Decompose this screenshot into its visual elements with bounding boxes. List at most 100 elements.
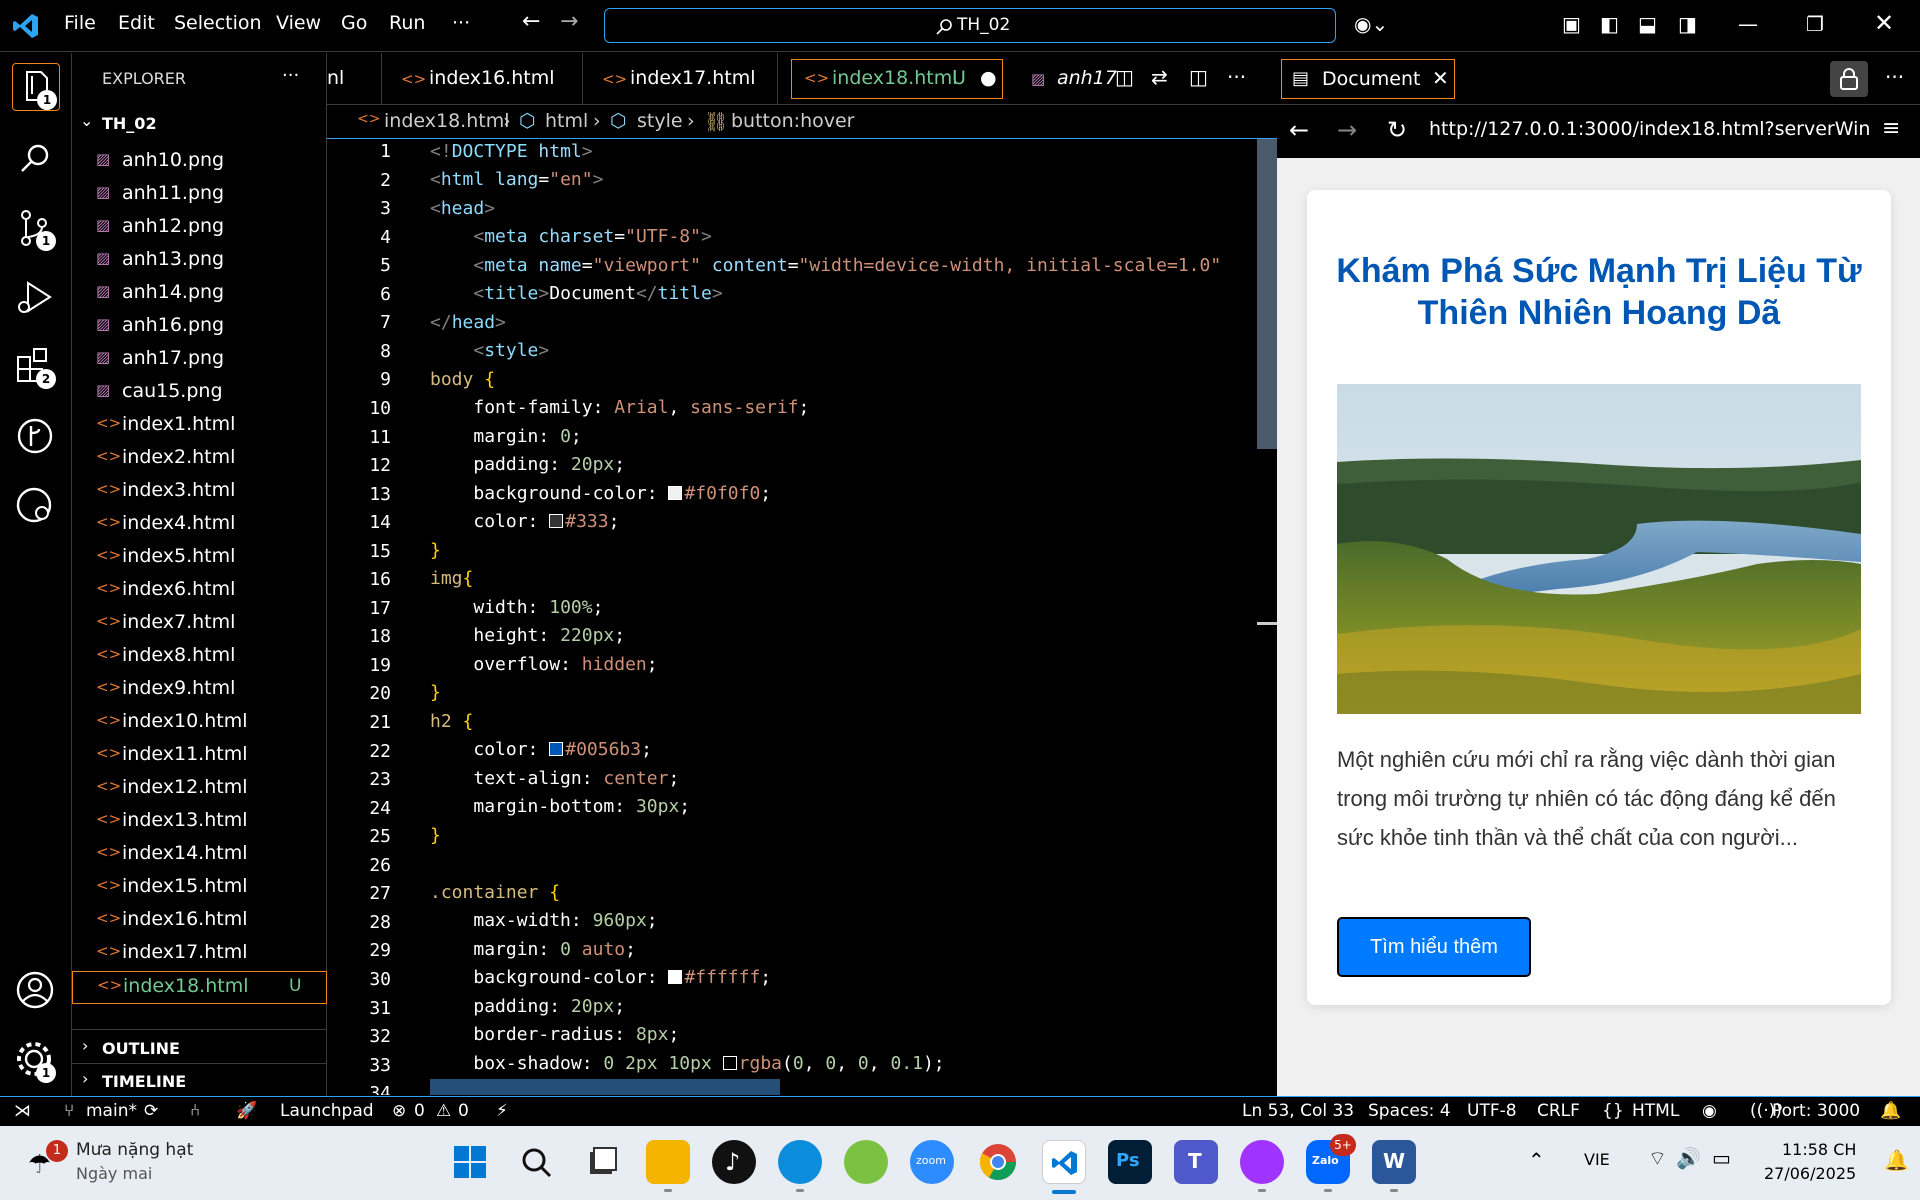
encoding[interactable]: UTF-8 bbox=[1467, 1101, 1517, 1121]
file-item[interactable]: ▨ anh11.png bbox=[72, 179, 327, 212]
unsaved-dot-icon[interactable]: ● bbox=[980, 67, 997, 89]
close-icon[interactable]: ✕ bbox=[1874, 9, 1894, 37]
menu-edit[interactable]: Edit bbox=[118, 12, 155, 34]
menu-icon[interactable]: ≡ bbox=[1882, 116, 1900, 141]
menu-go[interactable]: Go bbox=[341, 12, 367, 34]
outline-section[interactable]: › OUTLINE bbox=[72, 1033, 327, 1063]
compare-changes-icon[interactable]: ⇄ bbox=[1151, 65, 1168, 89]
file-item[interactable]: ▨ anh12.png bbox=[72, 212, 327, 245]
more-actions-icon[interactable]: ··· bbox=[1227, 65, 1246, 89]
file-item[interactable]: <> index15.html bbox=[72, 872, 327, 905]
remote-explorer-icon[interactable] bbox=[12, 483, 60, 531]
file-item[interactable]: ▨ anh16.png bbox=[72, 311, 327, 344]
file-item[interactable]: ▨ cau15.png bbox=[72, 377, 327, 410]
file-item[interactable]: <> index9.html bbox=[72, 674, 327, 707]
file-item[interactable]: <> index14.html bbox=[72, 839, 327, 872]
menu-view[interactable]: View bbox=[276, 12, 321, 34]
indentation[interactable]: Spaces: 4 bbox=[1368, 1101, 1451, 1121]
file-item[interactable]: <> index5.html bbox=[72, 542, 327, 575]
git-graph-status-icon[interactable]: ⑃ bbox=[190, 1101, 200, 1121]
end-of-line[interactable]: CRLF bbox=[1537, 1101, 1580, 1121]
file-item[interactable]: <> index3.html bbox=[72, 476, 327, 509]
weather-title[interactable]: Mưa nặng hạt bbox=[76, 1140, 193, 1160]
chrome-icon[interactable] bbox=[976, 1140, 1020, 1184]
close-tab-icon[interactable]: ✕ bbox=[1432, 66, 1449, 90]
clock-date[interactable]: 27/06/2025 bbox=[1764, 1164, 1856, 1183]
sync-icon[interactable]: ⟳ bbox=[144, 1101, 158, 1121]
account-icon[interactable] bbox=[12, 967, 60, 1015]
forward-arrow-icon[interactable]: → bbox=[560, 9, 578, 34]
word-icon[interactable]: W bbox=[1372, 1140, 1416, 1184]
back-arrow-icon[interactable]: ← bbox=[522, 9, 540, 34]
menu-run[interactable]: Run bbox=[389, 12, 425, 34]
tab-index18[interactable]: <> index18.html U ● bbox=[791, 59, 1003, 99]
search-icon[interactable] bbox=[514, 1140, 558, 1184]
task-view-icon[interactable] bbox=[580, 1140, 624, 1184]
file-item[interactable]: <> index1.html bbox=[72, 410, 327, 443]
lightning-icon[interactable]: ⚡ bbox=[496, 1101, 508, 1121]
tiktok-icon[interactable]: ♪ bbox=[712, 1140, 756, 1184]
file-item[interactable]: <> index17.html bbox=[72, 938, 327, 971]
toggle-secondary-sidebar-icon[interactable]: ◨ bbox=[1678, 12, 1697, 36]
extensions-icon[interactable]: 2 bbox=[12, 343, 60, 391]
clock-time[interactable]: 11:58 CH bbox=[1782, 1140, 1856, 1159]
git-graph-icon[interactable] bbox=[12, 413, 60, 461]
battery-icon[interactable]: ▭ bbox=[1712, 1146, 1731, 1170]
file-item[interactable]: <> index2.html bbox=[72, 443, 327, 476]
file-item[interactable]: <> index6.html bbox=[72, 575, 327, 608]
learn-more-button[interactable]: Tìm hiểu thêm bbox=[1337, 917, 1531, 977]
forward-arrow-icon[interactable]: → bbox=[1337, 116, 1357, 144]
file-item[interactable]: <> index8.html bbox=[72, 641, 327, 674]
app-icon[interactable] bbox=[844, 1140, 888, 1184]
file-item[interactable]: <> index13.html bbox=[72, 806, 327, 839]
language-mode[interactable]: HTML bbox=[1632, 1101, 1679, 1121]
edge-icon[interactable] bbox=[778, 1140, 822, 1184]
open-preview-icon[interactable]: ◫ bbox=[1115, 65, 1134, 89]
remote-icon[interactable]: ⋊ bbox=[14, 1101, 31, 1121]
messenger-icon[interactable] bbox=[1240, 1140, 1284, 1184]
file-item[interactable]: <> index16.html bbox=[72, 905, 327, 938]
tab-partial[interactable]: nl bbox=[327, 53, 382, 105]
menu-file[interactable]: File bbox=[64, 12, 96, 34]
tab-document[interactable]: ▤ Document ✕ bbox=[1281, 59, 1455, 99]
chevron-up-icon[interactable]: ⌃ bbox=[1528, 1148, 1545, 1172]
bell-icon[interactable]: 🔔 bbox=[1880, 1101, 1901, 1121]
tab-anh17[interactable]: ▨ anh17 bbox=[1017, 53, 1117, 105]
file-item[interactable]: ▨ anh13.png bbox=[72, 245, 327, 278]
file-item[interactable]: <> index12.html bbox=[72, 773, 327, 806]
launchpad-label[interactable]: Launchpad bbox=[280, 1101, 374, 1121]
teams-icon[interactable]: T bbox=[1174, 1140, 1218, 1184]
file-item[interactable]: ▨ anh10.png bbox=[72, 146, 327, 179]
breadcrumb-style[interactable]: style bbox=[637, 110, 683, 132]
file-item[interactable]: <> index10.html bbox=[72, 707, 327, 740]
toggle-sidebar-icon[interactable]: ◧ bbox=[1600, 12, 1619, 36]
explorer-more-button[interactable]: ··· bbox=[282, 65, 299, 86]
tab-index17[interactable]: <> index17.html bbox=[584, 53, 778, 105]
file-item[interactable]: <> index4.html bbox=[72, 509, 327, 542]
customize-layout-icon[interactable]: ▣ bbox=[1562, 12, 1581, 36]
restore-icon[interactable]: ❐ bbox=[1806, 12, 1824, 36]
file-item[interactable]: ▨ anh17.png bbox=[72, 344, 327, 377]
cursor-position[interactable]: Ln 53, Col 33 bbox=[1242, 1101, 1354, 1121]
timeline-section[interactable]: › TIMELINE bbox=[72, 1066, 327, 1096]
branch-label[interactable]: main* bbox=[86, 1101, 137, 1121]
explorer-icon[interactable]: 1 bbox=[12, 63, 60, 111]
file-item[interactable]: <> index18.html U bbox=[72, 971, 327, 1004]
file-item[interactable]: <> index11.html bbox=[72, 740, 327, 773]
file-item[interactable]: <> index7.html bbox=[72, 608, 327, 641]
lock-group-button[interactable] bbox=[1830, 61, 1868, 97]
copilot-status-icon[interactable]: ◉ bbox=[1702, 1101, 1717, 1121]
copilot-icon[interactable]: ◉⌄ bbox=[1354, 12, 1388, 36]
input-language[interactable]: VIE bbox=[1584, 1150, 1610, 1169]
vscode-taskbar-icon[interactable] bbox=[1042, 1140, 1086, 1184]
photoshop-icon[interactable]: Ps bbox=[1108, 1140, 1152, 1184]
breadcrumb-selector[interactable]: button:hover bbox=[731, 110, 854, 132]
zoom-icon[interactable]: zoom bbox=[910, 1140, 954, 1184]
menu-selection[interactable]: Selection bbox=[174, 12, 262, 34]
reload-icon[interactable]: ↻ bbox=[1387, 116, 1407, 144]
breadcrumb-html[interactable]: html bbox=[545, 110, 588, 132]
settings-gear-icon[interactable]: 1 bbox=[12, 1037, 60, 1085]
live-server-port[interactable]: Port: 3000 bbox=[1772, 1101, 1860, 1121]
split-editor-icon[interactable]: ◫ bbox=[1189, 65, 1208, 89]
file-explorer-icon[interactable] bbox=[646, 1140, 690, 1184]
